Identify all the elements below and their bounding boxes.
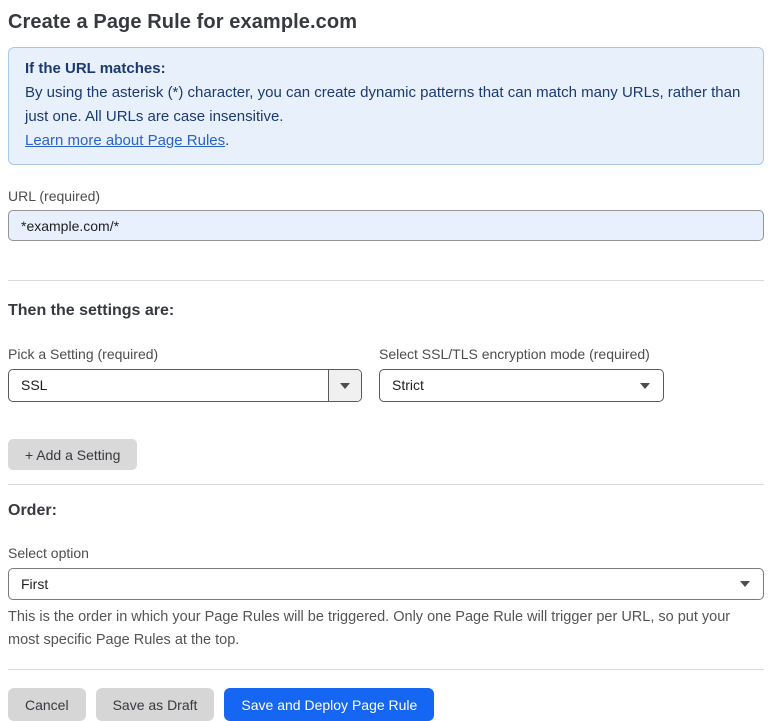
create-page-rule-form: Create a Page Rule for example.com If th… [0,0,772,721]
setting-picker-dropdown-cap[interactable] [328,370,361,401]
url-input[interactable] [8,210,764,241]
caret-down-icon [640,382,650,389]
order-caret-wrap [740,581,763,587]
divider [8,669,764,670]
caret-down-icon [740,581,750,587]
url-match-info-callout: If the URL matches: By using the asteris… [8,47,764,165]
ssl-mode-picker-group: Select SSL/TLS encryption mode (required… [379,345,664,402]
info-callout-body: By using the asterisk (*) character, you… [25,84,741,125]
learn-more-link[interactable]: Learn more about Page Rules [25,132,225,149]
cancel-button[interactable]: Cancel [8,688,86,721]
settings-row: Pick a Setting (required) SSL Select SSL… [8,345,764,402]
add-setting-button[interactable]: + Add a Setting [8,439,138,470]
url-field-label: URL (required) [8,188,101,204]
ssl-mode-picker-label: Select SSL/TLS encryption mode (required… [379,346,650,362]
link-period: . [225,132,230,149]
info-callout-link-line: Learn more about Page Rules. [25,129,747,153]
settings-section-heading: Then the settings are: [8,302,175,319]
ssl-mode-select[interactable]: Strict [379,369,664,402]
setting-picker-select[interactable]: SSL [8,369,362,402]
ssl-mode-caret-wrap [640,382,663,389]
setting-picker-group: Pick a Setting (required) SSL [8,345,362,402]
order-help-text: This is the order in which your Page Rul… [8,609,731,648]
save-and-deploy-button[interactable]: Save and Deploy Page Rule [224,688,435,721]
page-title: Create a Page Rule for example.com [8,11,358,33]
caret-down-icon [340,382,350,389]
order-section-heading: Order: [8,502,57,519]
info-callout-heading: If the URL matches: [25,60,166,77]
order-select[interactable]: First [8,568,764,600]
divider [8,280,764,281]
setting-picker-label: Pick a Setting (required) [8,346,159,362]
ssl-mode-value: Strict [392,377,424,393]
save-as-draft-button[interactable]: Save as Draft [95,688,215,721]
order-select-value: First [21,575,49,592]
divider [8,484,764,485]
setting-picker-value: SSL [21,377,48,393]
form-actions: Cancel Save as Draft Save and Deploy Pag… [8,688,764,721]
order-select-label: Select option [8,545,89,561]
